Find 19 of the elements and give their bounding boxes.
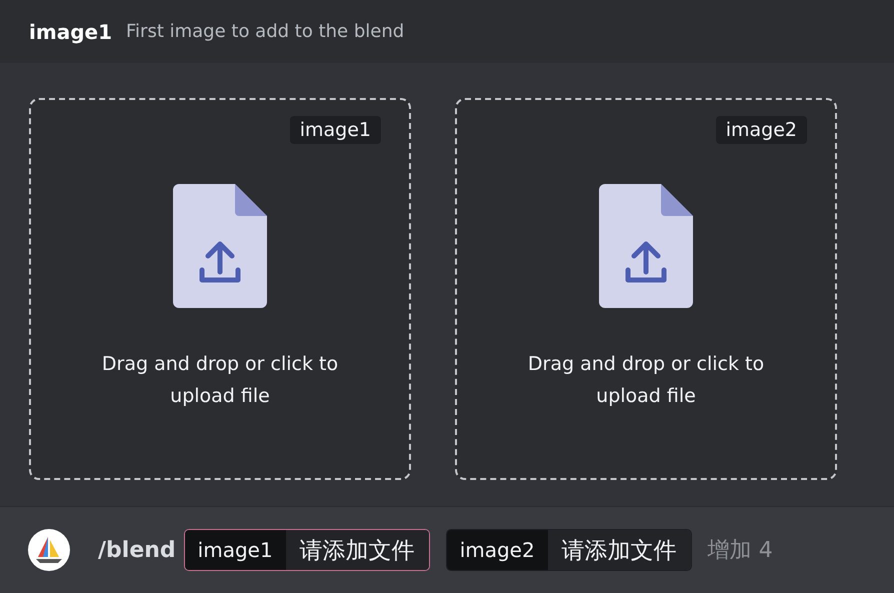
file-upload-icon [599, 184, 693, 308]
option-label: image2 [446, 530, 548, 570]
upload-dropzone[interactable]: image1 Drag and drop or click to upload file [29, 98, 411, 480]
more-options-link[interactable]: 增加 4 [708, 535, 773, 565]
command-option[interactable]: image1 请添加文件 [184, 529, 430, 571]
option-label: image1 [184, 530, 286, 570]
command-option[interactable]: image2 请添加文件 [446, 529, 692, 571]
option-value: 请添加文件 [286, 530, 429, 570]
option-value: 请添加文件 [548, 530, 691, 570]
option-name: image1 [29, 20, 112, 44]
command-name: /blend [98, 538, 176, 562]
sailboat-icon [28, 529, 70, 571]
upload-dropzone[interactable]: image2 Drag and drop or click to upload file [455, 98, 837, 480]
option-description: First image to add to the blend [126, 21, 404, 42]
file-upload-icon [173, 184, 267, 308]
image-tag: image1 [290, 116, 381, 144]
upload-instruction: Drag and drop or click to upload file [526, 352, 766, 409]
image-tag: image2 [716, 116, 807, 144]
upload-instruction: Drag and drop or click to upload file [100, 352, 340, 409]
